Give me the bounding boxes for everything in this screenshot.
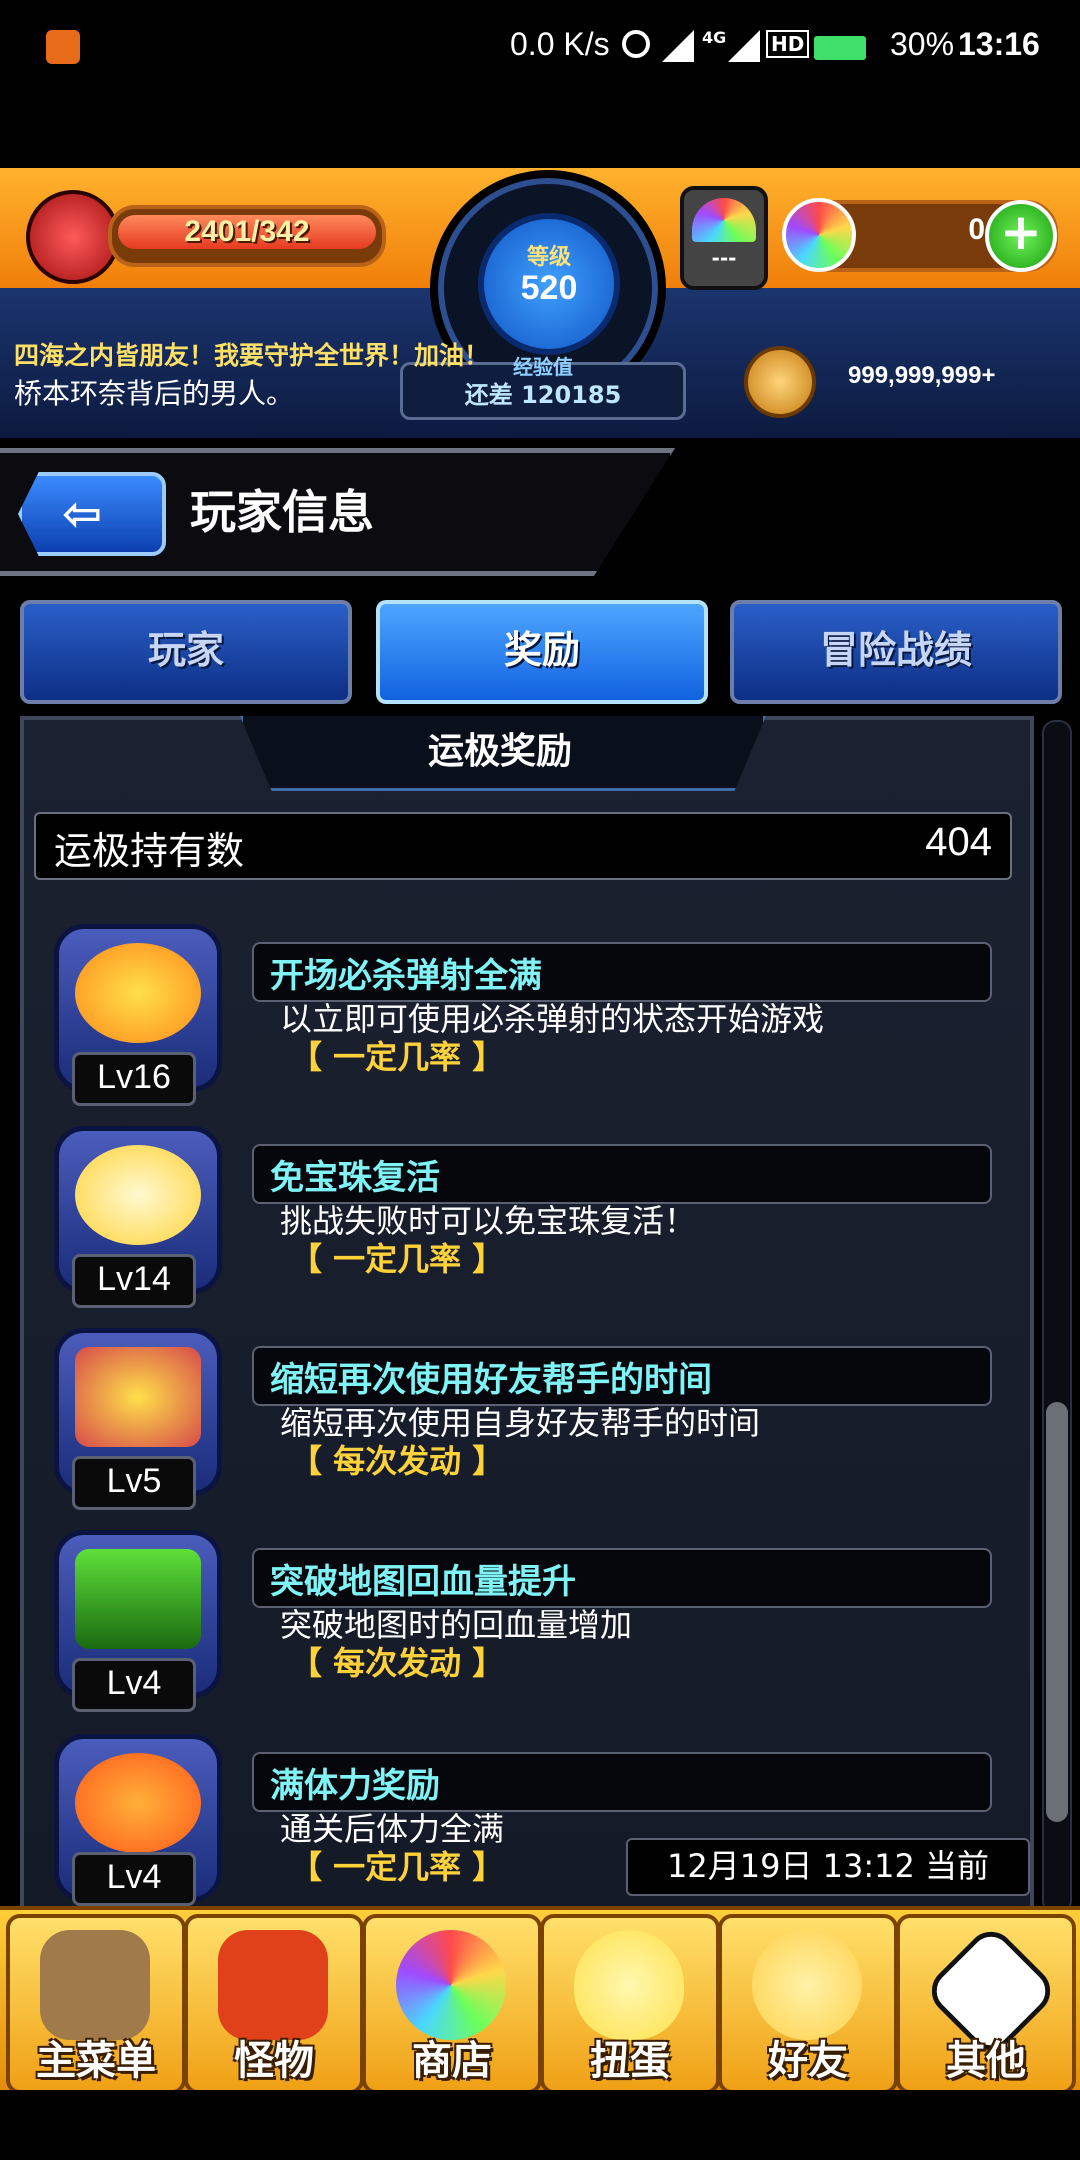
castle-gate-icon (40, 1930, 150, 2040)
nav-shop[interactable]: 商店 (362, 1914, 542, 2094)
friends-balloon-icon (752, 1930, 862, 2040)
network-type: 4G (702, 28, 727, 47)
reward-name: 免宝珠复活 (270, 1158, 440, 1198)
luck-max-count-label: 运极持有数 (54, 829, 245, 873)
reward-name: 突破地图回血量提升 (270, 1562, 576, 1602)
level-value: 520 (520, 269, 578, 307)
nav-label: 扭蛋 (590, 2038, 670, 2084)
reward-chance: 【 一定几率 】 (290, 1038, 505, 1076)
add-gems-button[interactable]: + (985, 200, 1057, 272)
reward-chance: 【 一定几率 】 (290, 1848, 505, 1886)
hp-arrow-icon (75, 1549, 201, 1649)
back-arrow-icon: ⇦ (62, 486, 103, 542)
battery-icon (814, 36, 866, 60)
player-name: 桥本环奈背后的男人。 (14, 377, 295, 410)
reward-name: 开场必杀弹射全满 (270, 956, 542, 996)
reward-name-bar: 免宝珠复活 (252, 1144, 992, 1204)
back-button[interactable]: ⇦ (18, 472, 166, 556)
reward-chance: 【 一定几率 】 (290, 1240, 505, 1278)
reward-name: 满体力奖励 (270, 1766, 440, 1806)
luck-max-count-row: 运极持有数 404 (34, 812, 1012, 880)
tab-adventure-record[interactable]: 冒险战绩 (730, 600, 1062, 704)
nav-main-menu[interactable]: 主菜单 (6, 1914, 186, 2094)
nav-other[interactable]: 其他 (896, 1914, 1076, 2094)
nav-monsters[interactable]: 怪物 (184, 1914, 364, 2094)
system-nav-bar (0, 2090, 1080, 2160)
nav-gacha[interactable]: 扭蛋 (540, 1914, 720, 2094)
rainbow-gem-icon (782, 198, 856, 272)
reward-chance: 【 每次发动 】 (290, 1644, 505, 1682)
panel-title: 运极奖励 (427, 731, 572, 772)
battery-level: 30% (890, 26, 955, 62)
red-dragon-icon (218, 1930, 328, 2040)
net-speed: 0.0 K/s (510, 26, 610, 62)
reward-chance: 【 每次发动 】 (290, 1442, 505, 1480)
rainbow-orb-icon (396, 1930, 506, 2040)
nav-label: 主菜单 (36, 2038, 156, 2084)
scrollbar[interactable] (1042, 720, 1072, 1914)
nav-label: 其他 (946, 2038, 1026, 2084)
reward-name-bar: 缩短再次使用好友帮手的时间 (252, 1346, 992, 1406)
reward-name: 缩短再次使用好友帮手的时间 (270, 1360, 712, 1400)
egg-icon (574, 1930, 684, 2040)
nav-friends[interactable]: 好友 (718, 1914, 898, 2094)
level-label: 等级 (526, 245, 571, 270)
alarm-icon (622, 30, 650, 58)
reward-level: Lv4 (72, 1852, 196, 1906)
reward-name-bar: 突破地图回血量提升 (252, 1548, 992, 1608)
reward-level: Lv4 (72, 1658, 196, 1712)
tab-player[interactable]: 玩家 (20, 600, 352, 704)
reward-name-bar: 满体力奖励 (252, 1752, 992, 1812)
winged-arrow-icon (75, 1145, 201, 1245)
signal-icon (662, 30, 694, 62)
gold-coin-icon (744, 346, 816, 418)
reward-level: Lv5 (72, 1456, 196, 1510)
hd-icon: HD (766, 30, 810, 58)
notification-icon (46, 30, 80, 64)
timestamp: 12月19日 13:12 当前 (626, 1838, 1030, 1896)
level-orb: 等级 520 (478, 213, 620, 355)
gem-count: 0 (968, 213, 985, 246)
go-burst-icon (75, 943, 201, 1043)
nav-label: 商店 (412, 2038, 492, 2084)
stamina-bar: 2401/342 (108, 205, 386, 267)
capsule-text: --- (711, 246, 737, 270)
nav-label: 好友 (768, 2038, 848, 2084)
reward-level: Lv14 (72, 1254, 196, 1308)
gold-amount: 999,999,999+ (848, 362, 996, 389)
reward-level: Lv16 (72, 1052, 196, 1106)
player-message: 四海之内皆朋友！我要守护全世界！加油！ (14, 341, 490, 370)
scroll-thumb[interactable] (1046, 1402, 1068, 1822)
signal-icon-2 (728, 30, 760, 62)
stamina-arrow-icon (75, 1753, 201, 1853)
capsule-orb (692, 198, 756, 242)
page-title: 玩家信息 (190, 485, 374, 539)
luck-max-count-value: 404 (925, 820, 992, 864)
status-bar: 0.0 K/s 4G HD 30% 13:16 (0, 0, 1080, 96)
nav-label: 怪物 (234, 2038, 314, 2084)
clock: 13:16 (958, 26, 1040, 62)
player-avatar[interactable] (26, 190, 120, 284)
stamina-value: 2401/342 (184, 215, 310, 248)
capsule-icon[interactable]: --- (680, 186, 768, 290)
exp-remaining: 还差 120185 (464, 381, 622, 409)
reward-name-bar: 开场必杀弹射全满 (252, 942, 992, 1002)
tab-rewards[interactable]: 奖励 (376, 600, 708, 704)
friend-clock-icon (75, 1347, 201, 1447)
